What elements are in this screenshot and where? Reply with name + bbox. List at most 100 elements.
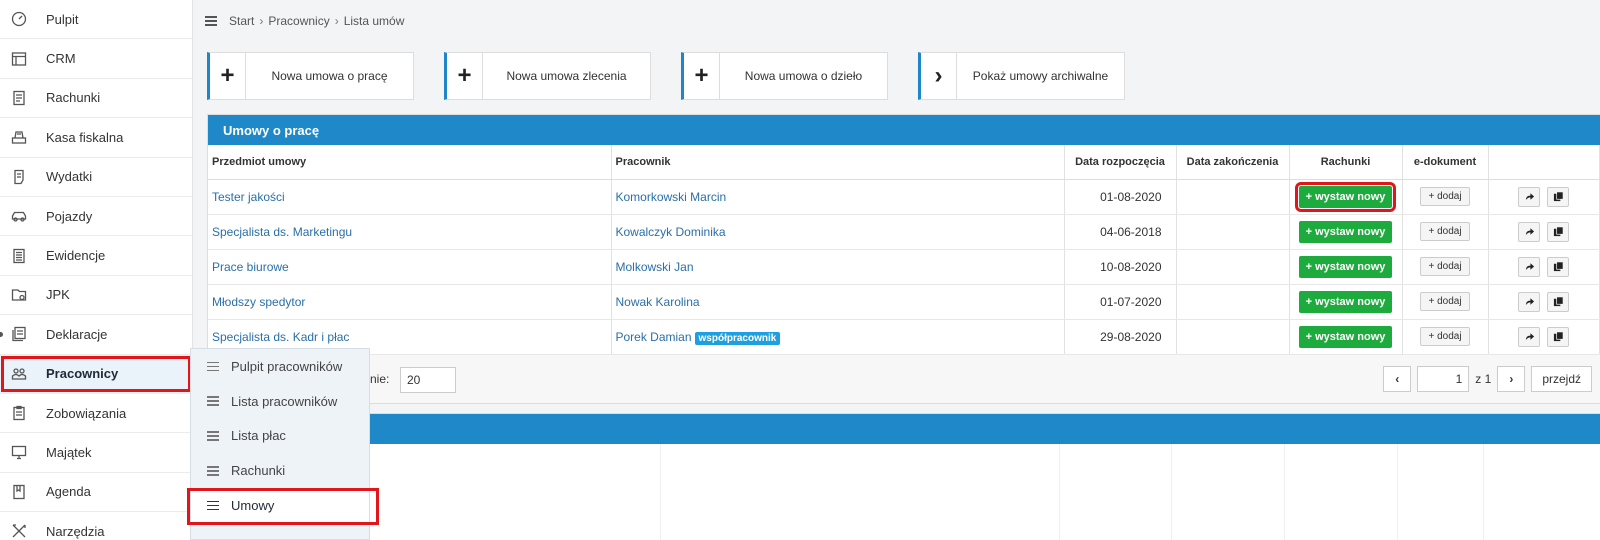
prev-page-button[interactable]: ‹ xyxy=(1383,365,1412,392)
share-icon[interactable] xyxy=(1518,326,1541,347)
contract-subject-link[interactable]: Specjalista ds. Marketingu xyxy=(212,225,352,239)
next-page-button[interactable]: › xyxy=(1497,365,1526,392)
add-edocument-button[interactable]: + dodaj xyxy=(1420,292,1470,311)
edoc-cell: + dodaj xyxy=(1402,319,1489,355)
contract-subject-link[interactable]: Prace biurowe xyxy=(212,260,289,274)
submenu-item-employee-list[interactable]: Lista pracowników xyxy=(191,384,369,419)
row-actions-cell xyxy=(1488,284,1600,320)
new-employment-contract-button[interactable]: + Nowa umowa o pracę xyxy=(207,52,414,100)
breadcrumb: Start › Pracownicy › Lista umów xyxy=(205,14,404,28)
column-header[interactable]: Pracownik xyxy=(611,145,1065,180)
employee-cell: Kowalczyk Dominika xyxy=(611,214,1065,250)
contracts-table: Przedmiot umowy Pracownik Data rozpoczęc… xyxy=(208,145,1600,355)
second-panel-header xyxy=(208,414,1600,444)
contract-subject-link[interactable]: Specjalista ds. Kadr i płac xyxy=(212,330,349,344)
per-page-label: nie: xyxy=(370,371,390,386)
tools-icon xyxy=(10,522,28,540)
breadcrumb-start[interactable]: Start xyxy=(229,14,254,28)
issue-new-invoice-button[interactable]: + wystaw nowy xyxy=(1298,255,1393,278)
submenu-item-label: Lista płac xyxy=(231,428,286,444)
add-edocument-button[interactable]: + dodaj xyxy=(1420,257,1470,276)
employee-link[interactable]: Molkowski Jan xyxy=(616,260,694,274)
sidebar-item-crm[interactable]: CRM xyxy=(0,39,192,79)
contract-subject-link[interactable]: Młodszy spedytor xyxy=(212,295,305,309)
start-date-cell: 04-06-2018 xyxy=(1064,214,1177,250)
table-footer: nie: 20 ‹ 1 z 1 › przejdź xyxy=(208,354,1600,403)
employee-link[interactable]: Porek Damian xyxy=(616,330,692,344)
employee-link[interactable]: Komorkowski Marcin xyxy=(616,190,727,204)
sidebar-item-label: Pojazdy xyxy=(46,208,93,224)
submenu-item-label: Rachunki xyxy=(231,463,286,479)
employee-cell: Molkowski Jan xyxy=(611,249,1065,285)
submenu-item-employee-dashboard[interactable]: Pulpit pracowników xyxy=(191,349,369,384)
add-edocument-button[interactable]: + dodaj xyxy=(1420,327,1470,346)
column-divider xyxy=(1171,444,1172,540)
issue-new-invoice-button[interactable]: + wystaw nowy xyxy=(1298,325,1393,348)
main-content: Start › Pracownicy › Lista umów + Nowa u… xyxy=(193,0,1600,540)
subject-cell: Prace biurowe xyxy=(208,249,612,285)
share-icon[interactable] xyxy=(1518,221,1541,242)
sidebar-item-jpk[interactable]: JPK xyxy=(0,276,192,316)
plus-icon: + xyxy=(684,53,720,99)
table-row: Specjalista ds. Marketingu Kowalczyk Dom… xyxy=(208,214,1600,250)
show-archived-contracts-button[interactable]: › Pokaż umowy archiwalne xyxy=(918,52,1125,100)
column-header[interactable]: Data rozpoczęcia xyxy=(1064,145,1177,180)
per-page-input[interactable]: 20 xyxy=(400,366,456,393)
end-date-cell xyxy=(1176,249,1290,285)
sidebar-item-narzedzia[interactable]: Narzędzia xyxy=(0,512,192,540)
sidebar-item-zobowiazania[interactable]: Zobowiązania xyxy=(0,394,192,434)
add-edocument-button[interactable]: + dodaj xyxy=(1420,187,1470,206)
column-header[interactable]: Data zakończenia xyxy=(1176,145,1290,180)
sidebar-item-wydatki[interactable]: Wydatki xyxy=(0,158,192,197)
submenu-item-invoices[interactable]: Rachunki xyxy=(191,453,369,488)
submenu-item-contracts[interactable]: Umowy xyxy=(187,488,379,525)
submenu-item-label: Pulpit pracowników xyxy=(231,358,343,374)
expenses-icon xyxy=(10,168,28,186)
sidebar-item-pojazdy[interactable]: Pojazdy xyxy=(0,197,192,237)
sidebar-item-kasa-fiskalna[interactable]: Kasa fiskalna xyxy=(0,118,192,158)
copy-icon[interactable] xyxy=(1547,256,1570,277)
table-row: Tester jakości Komorkowski Marcin 01-08-… xyxy=(208,179,1600,215)
breadcrumb-current: Lista umów xyxy=(343,14,405,28)
end-date-cell xyxy=(1176,319,1290,355)
end-date-cell xyxy=(1176,214,1290,250)
submenu-item-payroll[interactable]: Lista płac xyxy=(191,419,369,454)
list-icon xyxy=(207,359,219,374)
sidebar-item-label: Pulpit xyxy=(46,11,79,27)
start-date-cell: 01-08-2020 xyxy=(1064,179,1177,215)
sidebar-item-rachunki[interactable]: Rachunki xyxy=(0,79,192,119)
sidebar-item-deklaracje[interactable]: Deklaracje xyxy=(0,315,192,355)
breadcrumb-pracownicy[interactable]: Pracownicy xyxy=(268,14,329,28)
issue-new-invoice-button[interactable]: + wystaw nowy xyxy=(1298,220,1393,243)
submenu-item-label: Umowy xyxy=(231,498,275,514)
copy-icon[interactable] xyxy=(1547,326,1570,347)
issue-new-invoice-button[interactable]: + wystaw nowy xyxy=(1294,181,1397,212)
new-mandate-contract-button[interactable]: + Nowa umowa zlecenia xyxy=(444,52,651,100)
menu-toggle-icon[interactable] xyxy=(205,14,217,28)
contract-subject-link[interactable]: Tester jakości xyxy=(212,190,285,204)
go-to-page-button[interactable]: przejdź xyxy=(1531,365,1592,392)
sidebar-item-pracownicy[interactable]: Pracownicy xyxy=(0,354,192,394)
share-icon[interactable] xyxy=(1518,186,1541,207)
column-header: Rachunki xyxy=(1289,145,1403,180)
column-divider xyxy=(660,444,661,540)
copy-icon[interactable] xyxy=(1547,291,1570,312)
add-edocument-button[interactable]: + dodaj xyxy=(1420,222,1470,241)
invoice-cell: + wystaw nowy xyxy=(1289,179,1403,215)
action-label: Pokaż umowy archiwalne xyxy=(972,69,1109,83)
copy-icon[interactable] xyxy=(1547,221,1570,242)
employee-link[interactable]: Nowak Karolina xyxy=(616,295,700,309)
sidebar-item-label: Pracownicy xyxy=(46,366,119,382)
sidebar-item-majatek[interactable]: Majątek xyxy=(0,433,192,473)
employee-link[interactable]: Kowalczyk Dominika xyxy=(616,225,726,239)
new-work-contract-button[interactable]: + Nowa umowa o dzieło xyxy=(681,52,888,100)
page-number-input[interactable]: 1 xyxy=(1417,365,1470,392)
column-header[interactable]: Przedmiot umowy xyxy=(208,145,612,180)
copy-icon[interactable] xyxy=(1547,186,1570,207)
sidebar-item-pulpit[interactable]: Pulpit xyxy=(0,0,192,40)
share-icon[interactable] xyxy=(1518,256,1541,277)
sidebar-item-ewidencje[interactable]: Ewidencje xyxy=(0,236,192,276)
issue-new-invoice-button[interactable]: + wystaw nowy xyxy=(1298,290,1393,313)
share-icon[interactable] xyxy=(1518,291,1541,312)
sidebar-item-agenda[interactable]: Agenda xyxy=(0,473,192,513)
